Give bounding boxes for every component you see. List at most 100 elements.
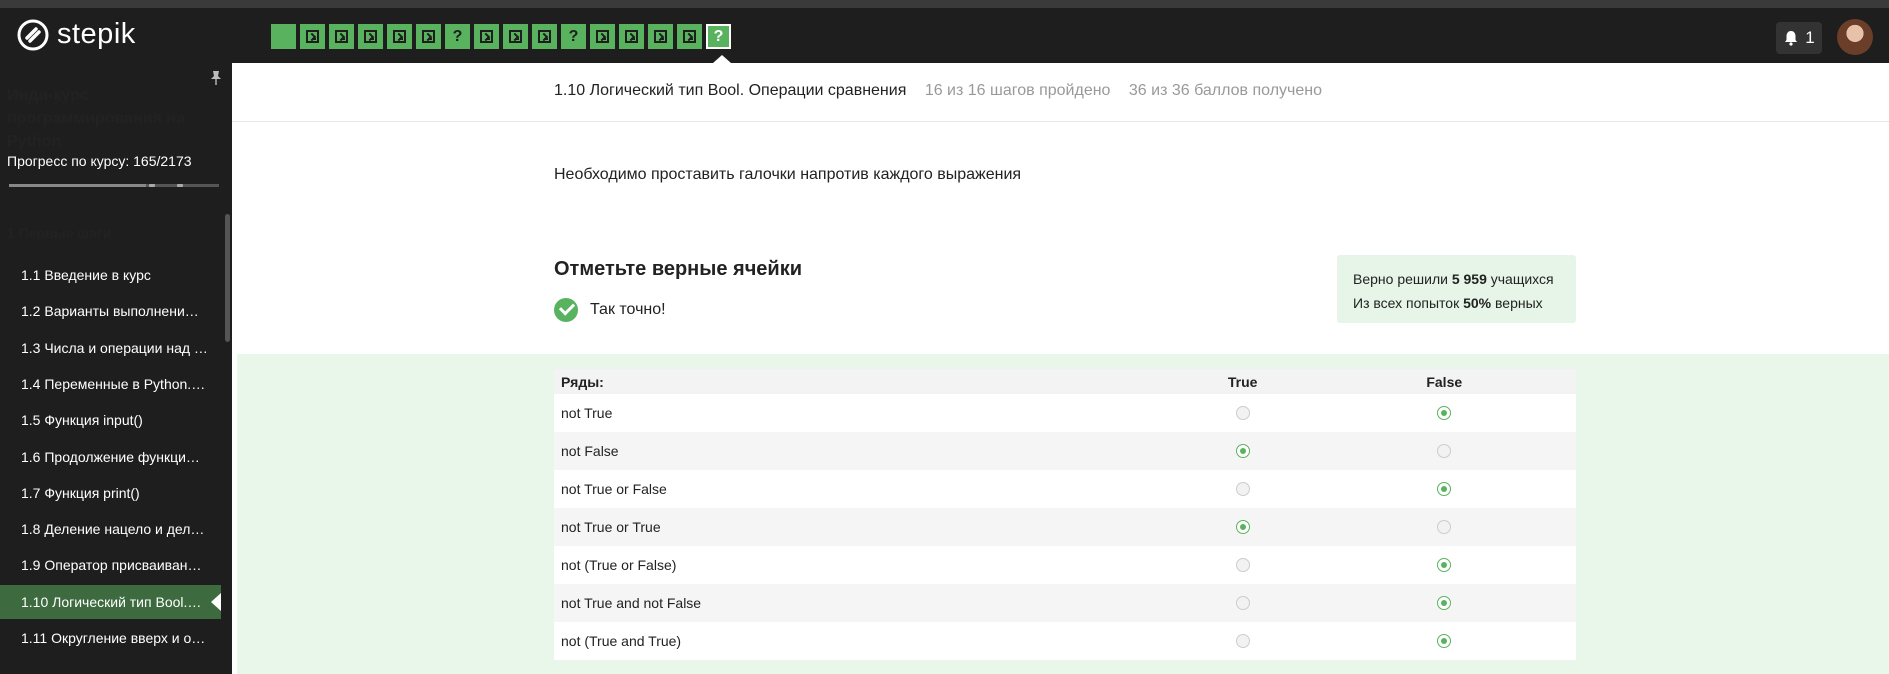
stats-attempts-percent: 50% bbox=[1463, 295, 1492, 311]
step-4[interactable] bbox=[358, 24, 383, 49]
header-divider bbox=[232, 121, 1889, 122]
step-10[interactable] bbox=[532, 24, 557, 49]
table-row: not (True and True) bbox=[554, 622, 1576, 660]
sidebar-lesson-2[interactable]: 1.2 Варианты выполнени… bbox=[0, 294, 221, 328]
sidebar-scrollbar[interactable] bbox=[225, 214, 230, 342]
terminal-icon bbox=[596, 30, 609, 43]
radio-true[interactable] bbox=[1235, 596, 1250, 610]
lesson-label: 1.1 Введение в курс bbox=[21, 267, 151, 283]
sidebar-lesson-3[interactable]: 1.3 Числа и операции над … bbox=[0, 331, 221, 365]
lesson-label: 1.8 Деление нацело и дел… bbox=[21, 521, 205, 538]
sidebar-lesson-4[interactable]: 1.4 Переменные в Python.… bbox=[0, 367, 221, 401]
radio-true[interactable] bbox=[1235, 520, 1250, 534]
radio-false[interactable] bbox=[1437, 406, 1452, 420]
step-8[interactable] bbox=[474, 24, 499, 49]
lesson-steps-bar: ??? bbox=[271, 24, 731, 49]
terminal-icon bbox=[364, 30, 377, 43]
lesson-label: 1.5 Функция input() bbox=[21, 412, 143, 429]
logo-text: stepik bbox=[57, 18, 136, 50]
lesson-label: 1.11 Округление вверх и о… bbox=[21, 630, 206, 646]
lesson-header: 1.10 Логический тип Bool. Операции сравн… bbox=[554, 82, 1322, 100]
cell-true bbox=[1173, 558, 1313, 572]
radio-false[interactable] bbox=[1437, 520, 1452, 534]
course-progress-bar bbox=[9, 184, 219, 187]
table-row: not True or False bbox=[554, 470, 1576, 508]
step-2[interactable] bbox=[300, 24, 325, 49]
step-11[interactable]: ? bbox=[561, 24, 586, 49]
answer-table: Ряды: True False not True not False not Tr… bbox=[554, 369, 1576, 660]
sidebar-lesson-10[interactable]: 1.10 Логический тип Bool.… bbox=[0, 584, 221, 619]
sidebar-lesson-5[interactable]: 1.5 Функция input() bbox=[0, 403, 221, 437]
step-16[interactable]: ? bbox=[706, 24, 731, 49]
cell-false bbox=[1313, 482, 1576, 496]
pin-icon[interactable] bbox=[210, 70, 222, 86]
lesson-label: 1.6 Продолжение функци… bbox=[21, 448, 200, 465]
sidebar-lesson-11[interactable]: 1.11 Округление вверх и о… bbox=[0, 621, 221, 655]
cell-true bbox=[1173, 482, 1313, 496]
solve-stats-box: Верно решили 5 959 учащихся Из всех попы… bbox=[1337, 255, 1576, 323]
radio-false[interactable] bbox=[1437, 482, 1452, 496]
radio-true[interactable] bbox=[1235, 482, 1250, 496]
step-15[interactable] bbox=[677, 24, 702, 49]
sidebar-lesson-1[interactable]: 1.1 Введение в курс bbox=[0, 258, 221, 292]
sidebar-lesson-6[interactable]: 1.6 Продолжение функци… bbox=[0, 440, 221, 474]
column-header-false: False bbox=[1426, 373, 1463, 390]
result-text: Так точно! bbox=[590, 301, 666, 318]
question-icon: ? bbox=[713, 27, 724, 45]
radio-true[interactable] bbox=[1235, 634, 1250, 648]
lesson-label: 1.10 Логический тип Bool.… bbox=[21, 593, 202, 610]
terminal-icon bbox=[393, 30, 406, 43]
notifications-count: 1 bbox=[1805, 28, 1815, 47]
radio-false[interactable] bbox=[1437, 634, 1452, 648]
terminal-icon bbox=[654, 30, 667, 43]
step-14[interactable] bbox=[648, 24, 673, 49]
step-6[interactable] bbox=[416, 24, 441, 49]
radio-false[interactable] bbox=[1437, 444, 1452, 458]
step-3[interactable] bbox=[329, 24, 354, 49]
table-row: not True bbox=[554, 394, 1576, 432]
course-title[interactable]: Инди-курс программирования на Python bbox=[7, 84, 197, 153]
cell-false bbox=[1313, 520, 1576, 534]
sidebar-lesson-8[interactable]: 1.8 Деление нацело и дел… bbox=[0, 512, 221, 546]
step-12[interactable] bbox=[590, 24, 615, 49]
cell-true bbox=[1173, 406, 1313, 420]
terminal-icon bbox=[625, 30, 638, 43]
sidebar-lesson-9[interactable]: 1.9 Оператор присваиван… bbox=[0, 548, 221, 582]
checkmark-icon bbox=[554, 298, 578, 322]
section-title[interactable]: 1 Первые шаги bbox=[7, 225, 111, 241]
lesson-label: 1.7 Функция print() bbox=[21, 484, 140, 501]
cell-false bbox=[1313, 596, 1576, 610]
table-body: not True not False not True or False not Tr… bbox=[554, 394, 1576, 660]
user-avatar[interactable] bbox=[1837, 19, 1873, 55]
radio-false[interactable] bbox=[1437, 596, 1452, 610]
row-expression: not True and not False bbox=[561, 595, 702, 611]
step-7[interactable]: ? bbox=[445, 24, 470, 49]
step-1[interactable] bbox=[271, 24, 296, 49]
stats-attempts-line: Из всех попыток 50% верных bbox=[1353, 295, 1543, 311]
radio-true[interactable] bbox=[1235, 558, 1250, 572]
terminal-icon bbox=[306, 30, 319, 43]
stats-solvers-line: Верно решили 5 959 учащихся bbox=[1353, 271, 1554, 287]
radio-true[interactable] bbox=[1235, 406, 1250, 420]
row-expression: not True or False bbox=[561, 481, 667, 497]
step-13[interactable] bbox=[619, 24, 644, 49]
bell-icon bbox=[1785, 31, 1798, 46]
table-header: Ряды: True False bbox=[554, 369, 1576, 394]
lesson-title: 1.10 Логический тип Bool. Операции сравн… bbox=[554, 82, 907, 99]
radio-true[interactable] bbox=[1235, 444, 1250, 458]
step-9[interactable] bbox=[503, 24, 528, 49]
row-expression: not (True and True) bbox=[561, 633, 682, 649]
sidebar-lesson-7[interactable]: 1.7 Функция print() bbox=[0, 476, 221, 510]
question-icon: ? bbox=[568, 27, 579, 45]
question-icon: ? bbox=[452, 27, 463, 45]
notifications-button[interactable]: 1 bbox=[1776, 22, 1822, 54]
table-row: not (True or False) bbox=[554, 546, 1576, 584]
lesson-label: 1.3 Числа и операции над … bbox=[21, 339, 208, 356]
result-status: Так точно! bbox=[554, 298, 666, 322]
step-5[interactable] bbox=[387, 24, 412, 49]
radio-false[interactable] bbox=[1437, 558, 1452, 572]
stepik-logo[interactable]: stepik bbox=[17, 18, 136, 51]
cell-true bbox=[1173, 634, 1313, 648]
lesson-label: 1.4 Переменные в Python.… bbox=[21, 375, 206, 392]
course-progress-label: Прогресс по курсу: 165/2173 bbox=[7, 153, 192, 169]
